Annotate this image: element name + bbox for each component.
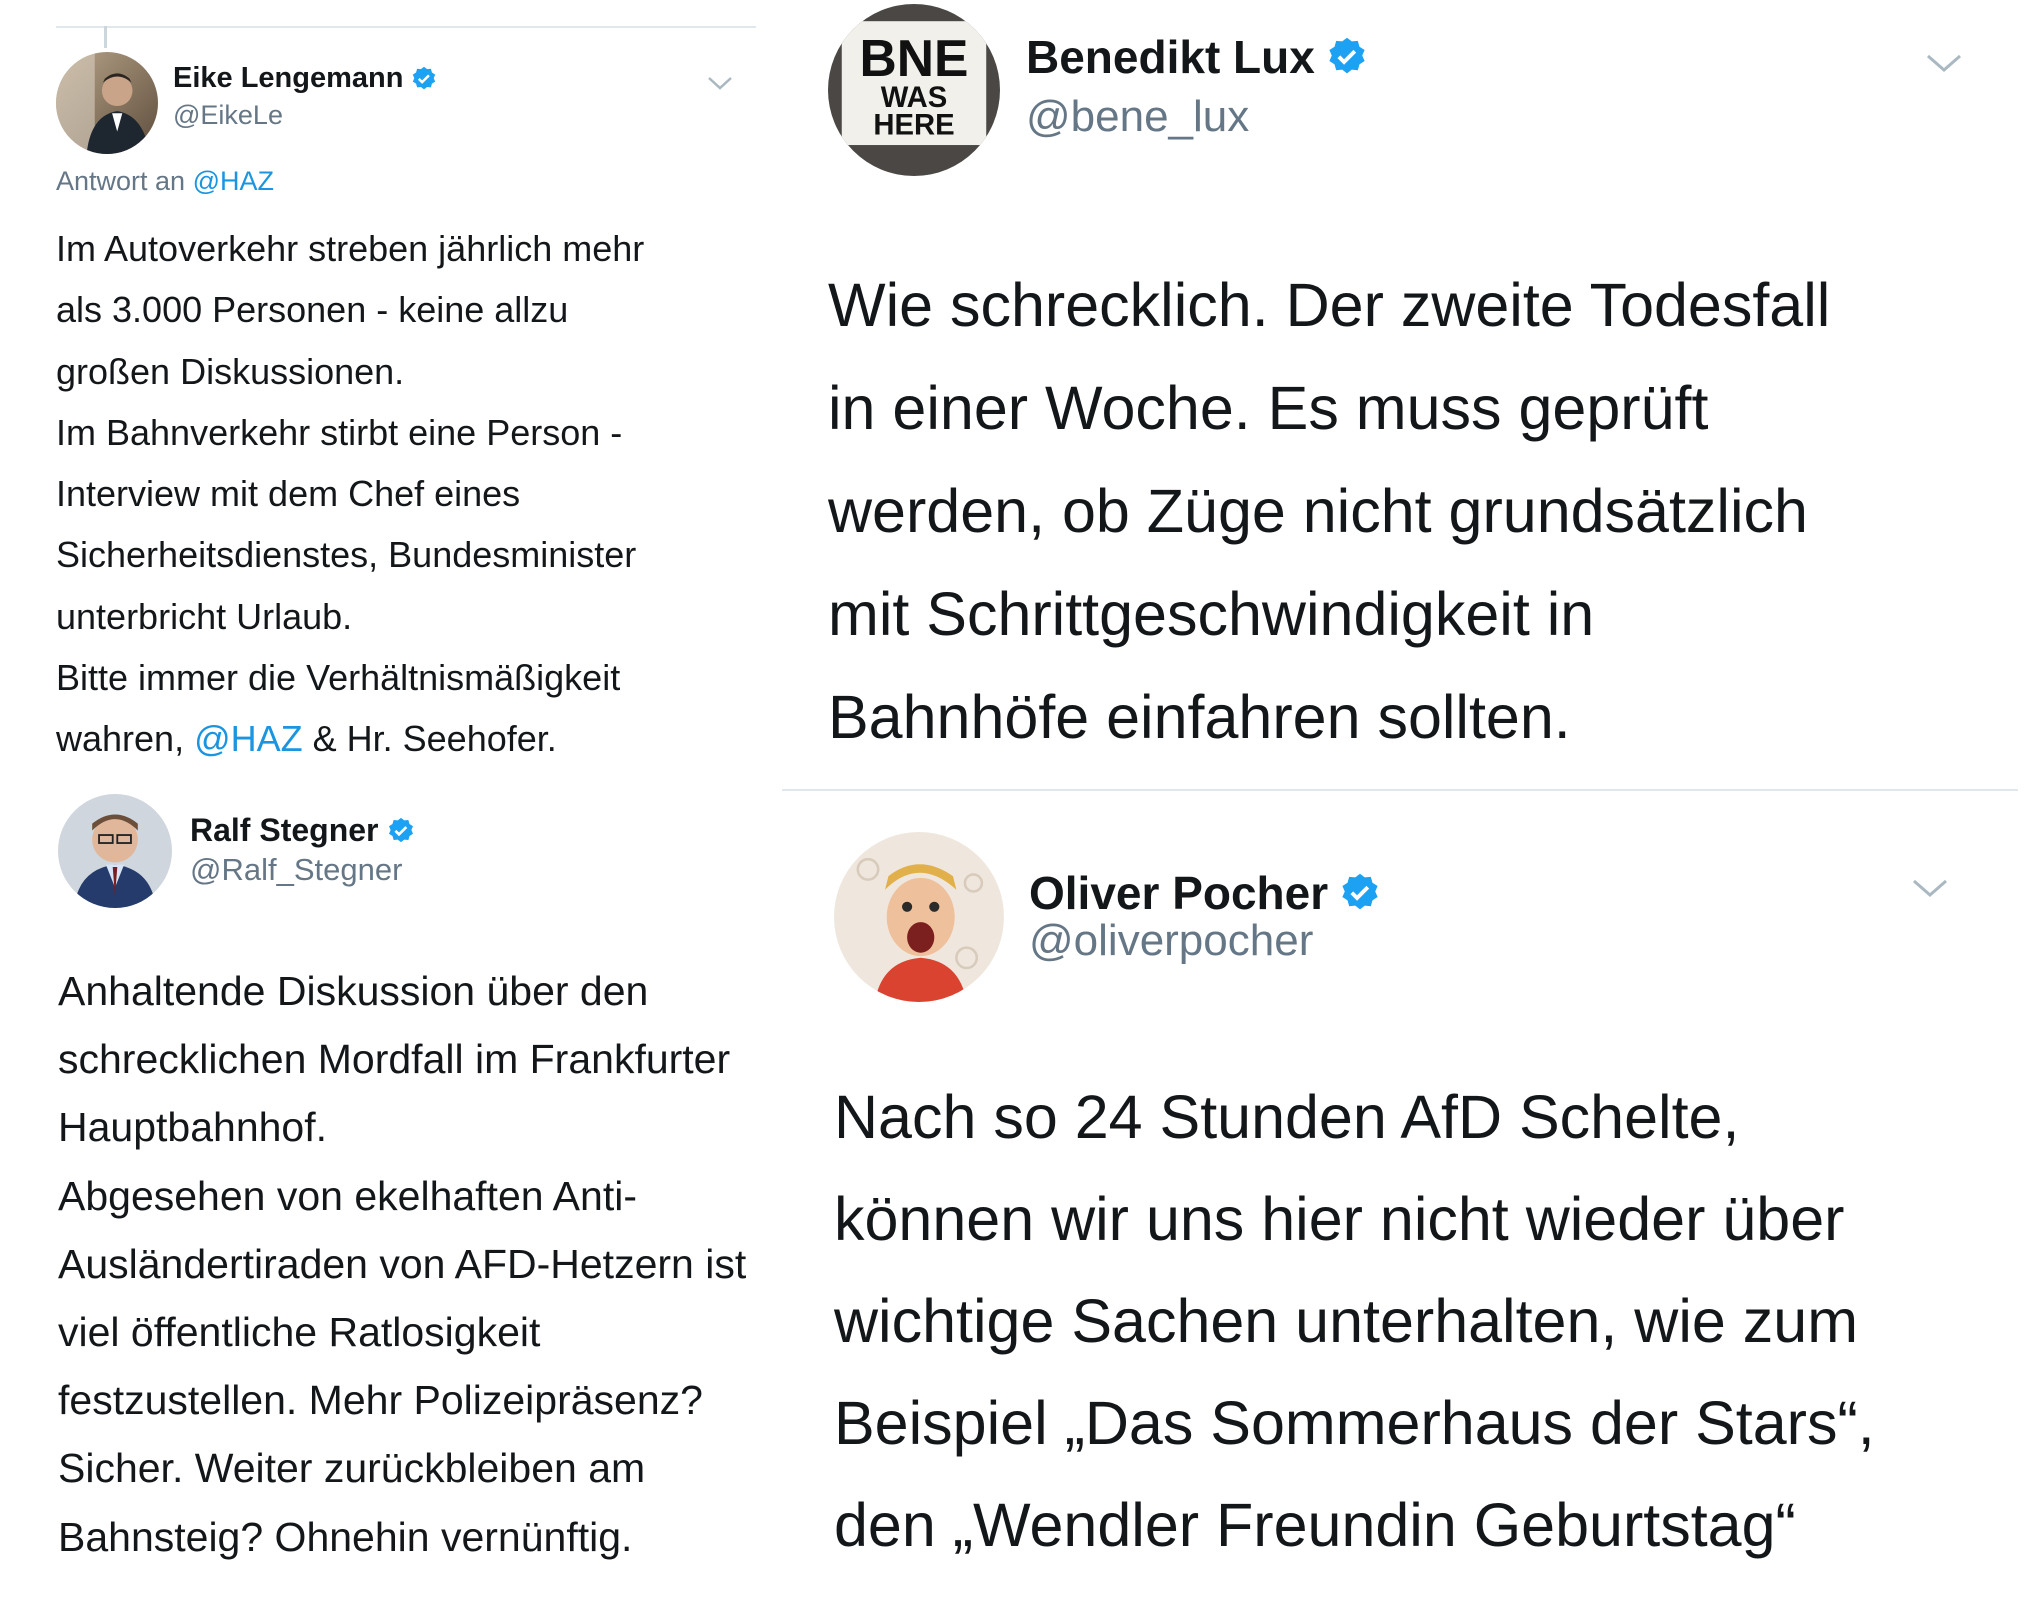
tweet-line: können wir uns hier nicht wieder über xyxy=(834,1185,1845,1253)
author-name-text: Eike Lengemann xyxy=(173,62,404,94)
tweet-line: werden, ob Züge nicht grundsätzlich xyxy=(828,477,1808,545)
tweet-ralf-stegner: Ralf Stegner @Ralf_Stegner Anhaltende Di… xyxy=(0,790,770,1622)
tweet-line: unterbricht Urlaub. xyxy=(56,595,353,637)
tweet-line: Ausländertiraden von AFD-Hetzern ist xyxy=(58,1240,747,1287)
reply-context: Antwort an @HAZ xyxy=(56,166,274,197)
avatar-text: HERE xyxy=(873,110,954,142)
tweet-line: Bahnhöfe einfahren sollten. xyxy=(828,683,1571,751)
tweet-line: Abgesehen von ekelhaften Anti- xyxy=(58,1172,637,1219)
author-name-text: Benedikt Lux xyxy=(1026,31,1315,83)
author-name-text: Oliver Pocher xyxy=(1029,867,1329,919)
chevron-down-icon[interactable] xyxy=(1910,875,1950,901)
tweet-text: Nach so 24 Stunden AfD Schelte, können w… xyxy=(834,1066,1875,1576)
tweet-line: Bahnsteig? Ohnehin vernünftig. xyxy=(58,1513,633,1560)
tweet-line: Nach so 24 Stunden AfD Schelte, xyxy=(834,1083,1740,1151)
thread-line xyxy=(104,26,107,48)
author-name-text: Ralf Stegner xyxy=(190,812,379,848)
avatar-eike[interactable] xyxy=(56,52,158,154)
avatar-bene[interactable]: BNE WAS HERE xyxy=(828,4,1000,176)
author-handle[interactable]: @bene_lux xyxy=(1026,92,1249,142)
tweet-line: Bitte immer die Verhältnismäßigkeit xyxy=(56,657,621,699)
tweet-line: den „Wendler Freundin Geburtstag“ xyxy=(834,1491,1796,1559)
chevron-down-icon[interactable] xyxy=(706,74,734,92)
author-handle[interactable]: @oliverpocher xyxy=(1029,916,1313,966)
text-segment: & Hr. Seehofer. xyxy=(302,718,557,760)
text-segment: wahren, xyxy=(56,718,195,760)
tweet-line: in einer Woche. Es muss geprüft xyxy=(828,374,1709,442)
tweet-line: festzustellen. Mehr Polizeipräsenz? xyxy=(58,1377,703,1424)
tweet-line: Anhaltende Diskussion über den xyxy=(58,968,649,1014)
tweet-line: Sicher. Weiter zurückbleiben am xyxy=(58,1445,646,1492)
tweet-line: mit Schrittgeschwindigkeit in xyxy=(828,580,1595,648)
avatar-text: BNE xyxy=(860,29,969,87)
author-name[interactable]: Oliver Pocher xyxy=(1029,866,1382,920)
tweet-line-last: wahren, @HAZ & Hr. Seehofer. xyxy=(56,708,644,769)
chevron-down-icon[interactable] xyxy=(1924,50,1964,76)
tweet-line: schrecklichen Mordfall im Frankfurter xyxy=(58,1036,731,1083)
tweet-line: Beispiel „Das Sommerhaus der Stars“, xyxy=(834,1389,1875,1457)
mention-link[interactable]: @HAZ xyxy=(194,718,303,759)
author-name[interactable]: Benedikt Lux xyxy=(1026,30,1369,84)
avatar-ralf[interactable] xyxy=(58,794,172,908)
tweet-line: viel öffentliche Ratlosigkeit xyxy=(58,1309,541,1356)
tweet-text: Im Autoverkehr streben jährlich mehr als… xyxy=(56,218,644,770)
tweet-line: wichtige Sachen unterhalten, wie zum xyxy=(834,1287,1859,1355)
verified-badge-icon xyxy=(410,65,438,93)
tweet-line: großen Diskussionen. xyxy=(56,350,405,392)
author-name[interactable]: Eike Lengemann xyxy=(173,62,438,95)
reply-prefix: Antwort an xyxy=(56,166,186,196)
tweet-line: Hauptbahnhof. xyxy=(58,1104,328,1151)
tweet-line: Wie schrecklich. Der zweite Todesfall xyxy=(828,271,1831,339)
tweet-oliver-pocher: Oliver Pocher @oliverpocher Nach so 24 S… xyxy=(782,800,2026,1622)
avatar-oliver[interactable] xyxy=(834,832,1004,1002)
author-handle[interactable]: @Ralf_Stegner xyxy=(190,852,402,888)
top-divider xyxy=(56,26,756,28)
reply-mention-link[interactable]: @HAZ xyxy=(193,166,274,196)
author-handle[interactable]: @EikeLe xyxy=(173,100,283,131)
tweet-eike-lengemann: Eike Lengemann @EikeLe Antwort an @HAZ I… xyxy=(0,0,775,790)
tweet-line: als 3.000 Personen - keine allzu xyxy=(56,289,569,331)
tweet-line: Sicherheitsdienstes, Bundesminister xyxy=(56,534,637,576)
verified-badge-icon xyxy=(386,816,416,846)
tweet-benedikt-lux: BNE WAS HERE Benedikt Lux @bene_lux Wie … xyxy=(782,0,2026,790)
verified-badge-icon xyxy=(1338,871,1382,915)
verified-badge-icon xyxy=(1325,35,1369,79)
author-name[interactable]: Ralf Stegner xyxy=(190,812,416,849)
tweet-text: Anhaltende Diskussion über den schreckli… xyxy=(58,957,746,1571)
panel-divider xyxy=(782,789,2018,791)
tweet-text: Wie schrecklich. Der zweite Todesfall in… xyxy=(828,254,1830,769)
tweet-line: Im Bahnverkehr stirbt eine Person - xyxy=(56,411,623,453)
tweet-line: Interview mit dem Chef eines xyxy=(56,473,521,515)
tweet-line: Im Autoverkehr streben jährlich mehr xyxy=(56,228,645,269)
